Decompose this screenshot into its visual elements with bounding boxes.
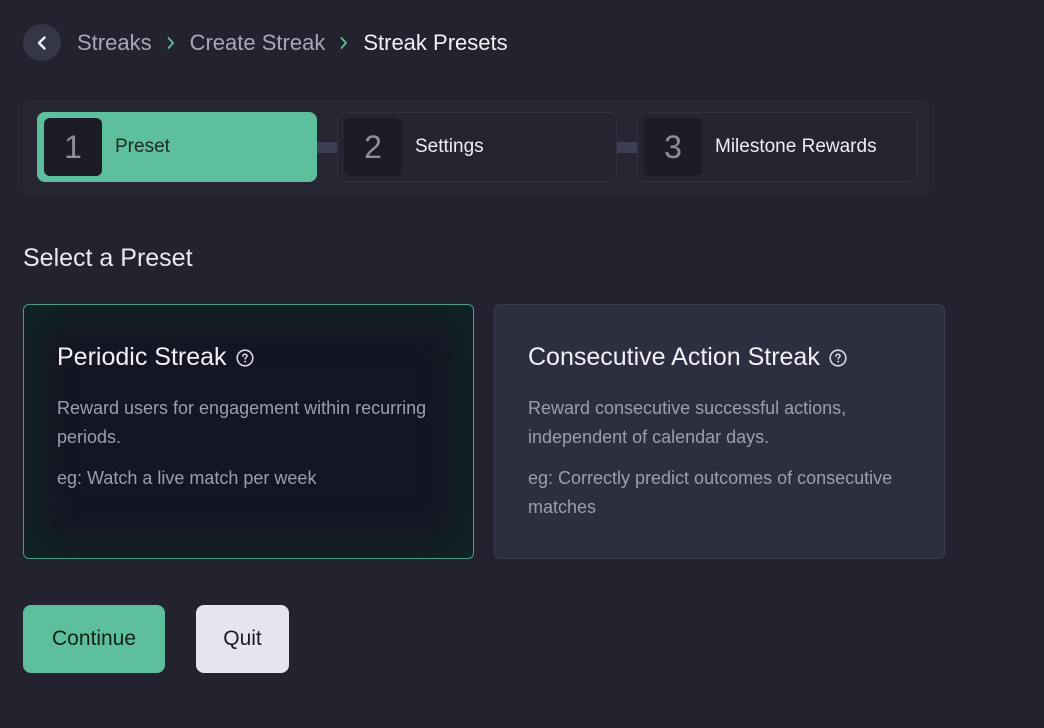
breadcrumb: Streaks Create Streak Streak Presets	[23, 24, 508, 61]
preset-example: eg: Correctly predict outcomes of consec…	[528, 468, 893, 517]
breadcrumb-streak-presets: Streak Presets	[363, 29, 508, 55]
preset-card-periodic-streak[interactable]: Periodic Streak Reward users for engagem…	[23, 304, 474, 559]
chevron-left-icon	[37, 35, 46, 50]
step-preset[interactable]: 1 Preset	[37, 112, 317, 182]
question-circle-icon[interactable]	[829, 348, 847, 367]
back-button[interactable]	[23, 24, 61, 61]
preset-description: Reward users for engagement within recur…	[57, 398, 427, 447]
step-label: Settings	[415, 136, 484, 157]
step-connector	[317, 142, 337, 153]
quit-button[interactable]: Quit	[196, 605, 289, 673]
chevron-right-icon	[166, 36, 176, 50]
chevron-right-icon	[339, 36, 349, 50]
preset-title: Consecutive Action Streak	[528, 343, 912, 372]
step-connector	[617, 142, 637, 153]
step-number: 1	[44, 118, 102, 176]
streak-presets-page: Streaks Create Streak Streak Presets 1 P…	[0, 0, 1044, 728]
preset-example: eg: Watch a live match per week	[57, 468, 317, 488]
step-number: 2	[344, 118, 402, 176]
breadcrumb-create-streak[interactable]: Create Streak	[190, 30, 326, 56]
step-number: 3	[644, 118, 702, 176]
stepper: 1 Preset 2 Settings 3 Milestone Rewards	[23, 100, 929, 195]
preset-title-text: Consecutive Action Streak	[528, 343, 820, 371]
preset-title-text: Periodic Streak	[57, 343, 227, 371]
breadcrumb-streaks[interactable]: Streaks	[77, 30, 152, 56]
question-circle-icon[interactable]	[235, 348, 254, 367]
continue-button[interactable]: Continue	[23, 605, 165, 673]
preset-card-consecutive-action-streak[interactable]: Consecutive Action Streak Reward consecu…	[494, 304, 945, 559]
section-title: Select a Preset	[23, 244, 193, 272]
step-milestone-rewards[interactable]: 3 Milestone Rewards	[637, 112, 917, 182]
preset-description: Reward consecutive successful actions, i…	[528, 398, 847, 447]
preset-title: Periodic Streak	[57, 343, 441, 372]
step-settings[interactable]: 2 Settings	[337, 112, 617, 182]
step-label: Milestone Rewards	[715, 136, 877, 157]
step-label: Preset	[115, 136, 170, 157]
